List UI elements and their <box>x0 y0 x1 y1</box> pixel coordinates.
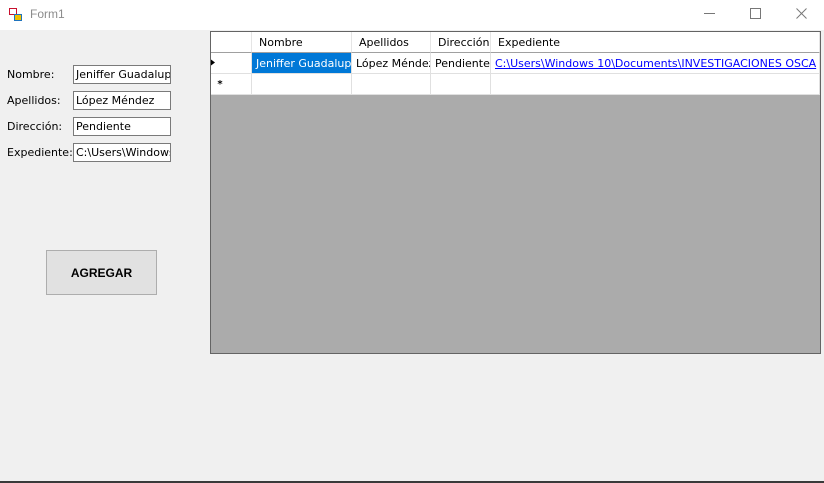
apellidos-label: Apellidos: <box>7 94 61 107</box>
direccion-input[interactable]: Pendiente <box>73 117 171 136</box>
new-row-cell-apellidos[interactable] <box>352 74 431 95</box>
close-button[interactable] <box>778 0 824 30</box>
new-row-marker: * <box>217 78 223 90</box>
app-icon <box>9 8 23 22</box>
minimize-icon <box>703 8 715 22</box>
expediente-input[interactable]: C:\Users\Windows <box>73 143 171 162</box>
close-icon <box>795 8 807 22</box>
column-header-direccion[interactable]: Dirección <box>431 32 491 53</box>
maximize-button[interactable] <box>732 0 778 30</box>
window-title: Form1 <box>30 7 65 21</box>
grid-corner-header[interactable] <box>211 32 252 53</box>
column-header-apellidos[interactable]: Apellidos <box>352 32 431 53</box>
new-row-cell-direccion[interactable] <box>431 74 491 95</box>
column-header-expediente[interactable]: Expediente <box>491 32 820 53</box>
cell-expediente-link[interactable]: C:\Users\Windows 10\Documents\INVESTIGAC… <box>491 53 820 74</box>
new-row-cell-nombre[interactable] <box>252 74 352 95</box>
maximize-icon <box>749 8 761 22</box>
new-row-cell-expediente[interactable] <box>491 74 820 95</box>
cell-direccion[interactable]: Pendiente <box>431 53 491 74</box>
column-header-nombre[interactable]: Nombre <box>252 32 352 53</box>
nombre-label: Nombre: <box>7 68 55 81</box>
cell-apellidos[interactable]: López Méndez <box>352 53 431 74</box>
data-grid[interactable]: Nombre Apellidos Dirección Expediente Je… <box>210 31 821 354</box>
row-header[interactable] <box>211 53 252 74</box>
direccion-label: Dirección: <box>7 120 63 133</box>
cell-nombre[interactable]: Jeniffer Guadalupe <box>252 53 352 74</box>
apellidos-input[interactable]: López Méndez <box>73 91 171 110</box>
new-row-header[interactable]: * <box>211 74 252 95</box>
agregar-button[interactable]: AGREGAR <box>46 250 157 295</box>
title-bar: Form1 <box>0 0 824 30</box>
nombre-input[interactable]: Jeniffer Guadalupe <box>73 65 171 84</box>
expediente-label: Expediente: <box>7 146 73 159</box>
minimize-button[interactable] <box>686 0 732 30</box>
